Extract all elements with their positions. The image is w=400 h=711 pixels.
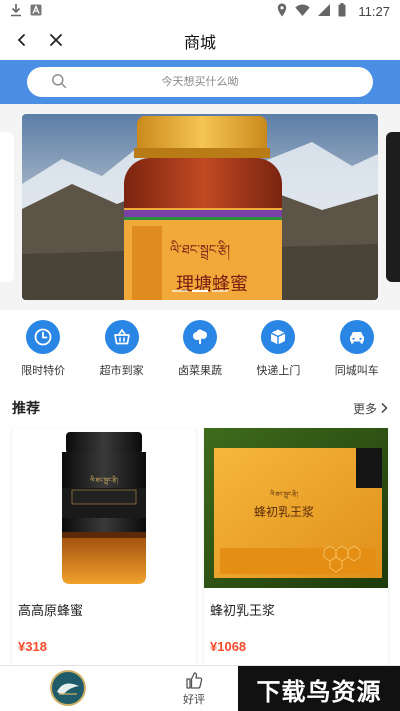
banner-prev-slide[interactable] xyxy=(0,132,14,282)
watermark: 下载鸟资源 xyxy=(238,666,400,711)
quick-nav-label: 同城叫车 xyxy=(334,365,379,377)
carousel-dot[interactable] xyxy=(172,290,188,292)
product-card[interactable]: ལི་ཐང་སྦྲང་རྩི། 高高原蜂蜜 ¥318 xyxy=(12,428,196,665)
product-name: 高高原蜂蜜 xyxy=(18,603,84,618)
battery-icon xyxy=(338,2,346,20)
product-card[interactable]: ལི་ཐང་སྦྲང་རྩི། 蜂初乳王浆 蜂初乳王浆 ¥1068 xyxy=(204,428,388,665)
signal-icon xyxy=(318,3,331,19)
produce-icon xyxy=(182,320,217,354)
honey-jar-banner-image: ལི་ཐང་སྦྲང་རྩི། 理塘蜂蜜 xyxy=(22,114,378,300)
tab-review-label: 好评 xyxy=(183,694,205,706)
basket-icon xyxy=(104,320,139,354)
search-box[interactable] xyxy=(27,67,373,97)
chevron-right-icon xyxy=(381,402,388,414)
carousel-dot[interactable] xyxy=(212,290,228,292)
wifi-icon xyxy=(295,4,311,19)
close-button[interactable] xyxy=(44,28,68,52)
search-icon xyxy=(51,73,67,94)
home-logo-icon[interactable] xyxy=(50,670,86,706)
quick-nav-label: 超市到家 xyxy=(99,365,144,377)
recommend-header: 推荐 更多 xyxy=(0,388,400,428)
download-icon xyxy=(10,3,22,20)
banner-carousel: ལི་ཐང་སྦྲང་རྩི། 理塘蜂蜜 xyxy=(0,104,400,310)
clock-icon xyxy=(26,320,61,354)
product-price: ¥318 xyxy=(18,639,47,654)
product-grid: ལི་ཐང་སྦྲང་རྩི། 高高原蜂蜜 ¥318 ལི་ཐང་སྦྲང་རྩ… xyxy=(0,428,400,665)
quick-nav-flash-sale[interactable]: 限时特价 xyxy=(8,320,78,378)
search-bar xyxy=(0,60,400,104)
status-time: 11:27 xyxy=(358,3,390,19)
carousel-dot-active[interactable] xyxy=(192,290,208,292)
close-icon xyxy=(50,34,62,46)
product-name: 蜂初乳王浆 xyxy=(210,603,276,618)
banner-slide[interactable]: ལི་ཐང་སྦྲང་རྩི། 理塘蜂蜜 xyxy=(22,114,378,300)
quick-nav-label: 快递上门 xyxy=(256,365,301,377)
box-product-label: 蜂初乳王浆 xyxy=(254,504,314,519)
product-image: ལི་ཐང་སྦྲང་རྩི། 蜂初乳王浆 xyxy=(204,428,388,588)
tab-review[interactable]: 好评 xyxy=(183,670,205,707)
car-icon xyxy=(339,320,374,354)
back-button[interactable] xyxy=(10,28,34,52)
app-notification-icon xyxy=(30,4,42,19)
quick-nav-produce[interactable]: 卤菜果蔬 xyxy=(165,320,235,378)
carousel-dots xyxy=(172,290,228,292)
chevron-left-icon xyxy=(17,34,25,46)
product-price: ¥1068 xyxy=(210,639,247,654)
quick-nav-label: 卤菜果蔬 xyxy=(177,365,222,377)
product-image: ལི་ཐང་སྦྲང་རྩི། xyxy=(12,428,196,588)
more-link[interactable]: 更多 xyxy=(353,400,388,417)
quick-nav-supermarket[interactable]: 超市到家 xyxy=(87,320,157,378)
quick-nav-delivery[interactable]: 快递上门 xyxy=(243,320,313,378)
quick-nav-taxi[interactable]: 同城叫车 xyxy=(322,320,392,378)
status-bar: 11:27 xyxy=(0,0,400,22)
quick-nav-label: 限时特价 xyxy=(21,365,66,377)
banner-next-slide[interactable] xyxy=(386,132,400,282)
thumbs-up-icon xyxy=(186,672,203,689)
quick-nav: 限时特价 超市到家 卤菜果蔬 快递上门 同城叫车 xyxy=(0,310,400,388)
search-input[interactable] xyxy=(27,76,373,88)
location-icon xyxy=(277,3,287,20)
title-bar: 商城 xyxy=(0,22,400,60)
more-label: 更多 xyxy=(352,401,377,416)
bottom-tab-bar: 好评 下载鸟资源 xyxy=(0,665,400,711)
package-icon xyxy=(261,320,296,354)
recommend-title: 推荐 xyxy=(12,400,40,416)
